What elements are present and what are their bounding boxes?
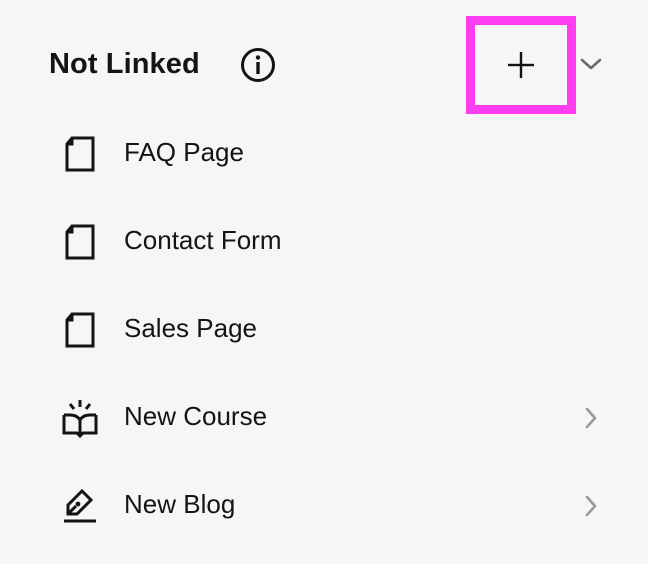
list-item-label: New Blog: [124, 489, 236, 519]
list-item-label: New Course: [124, 401, 268, 431]
list-item-new-blog[interactable]: New Blog: [0, 460, 648, 548]
page-list: FAQ Page Contact Form Sales Page New Cou…: [0, 108, 648, 548]
chevron-right-icon: [580, 493, 602, 519]
list-item-faq-page[interactable]: FAQ Page: [0, 108, 648, 196]
chevron-right-icon: [580, 405, 602, 431]
list-item-label: Contact Form: [124, 225, 282, 255]
add-page-button[interactable]: [466, 16, 576, 114]
pages-panel: Not Linked FAQ Page Contact Form Sales P…: [0, 0, 648, 564]
list-item-contact-form[interactable]: Contact Form: [0, 196, 648, 284]
list-item-new-course[interactable]: New Course: [0, 372, 648, 460]
course-book-icon: [60, 398, 100, 439]
info-circle-icon[interactable]: [240, 47, 276, 83]
page-icon: [60, 310, 100, 350]
chevron-down-icon[interactable]: [578, 54, 604, 74]
list-item-sales-page[interactable]: Sales Page: [0, 284, 648, 372]
section-header: Not Linked: [0, 16, 648, 114]
page-icon: [60, 222, 100, 262]
list-item-label: Sales Page: [124, 313, 257, 343]
section-title: Not Linked: [49, 48, 200, 80]
list-item-label: FAQ Page: [124, 137, 244, 167]
page-icon: [60, 134, 100, 174]
blog-pen-icon: [60, 486, 100, 526]
